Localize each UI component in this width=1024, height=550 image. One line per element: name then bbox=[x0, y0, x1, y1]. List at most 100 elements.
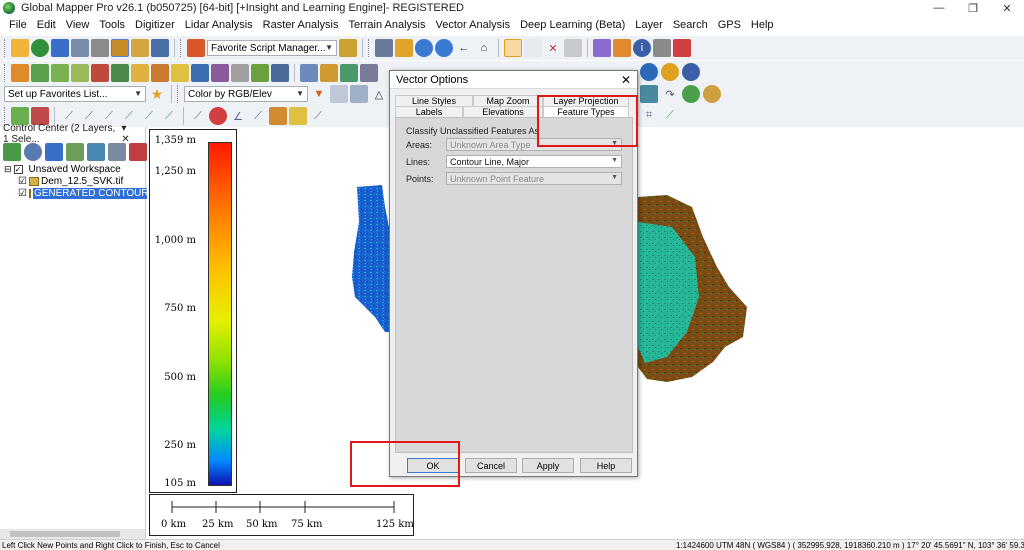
run-script-icon[interactable] bbox=[339, 39, 357, 57]
gps-device-icon[interactable] bbox=[673, 39, 691, 57]
toolbar-grip[interactable] bbox=[177, 85, 180, 103]
menu-tools[interactable]: Tools bbox=[94, 19, 130, 31]
scrollbar-thumb[interactable] bbox=[10, 531, 120, 537]
paint-icon[interactable] bbox=[593, 39, 611, 57]
area-draw-icon[interactable]: ⟋ bbox=[189, 107, 207, 125]
slope-icon[interactable] bbox=[91, 64, 109, 82]
line-join-icon[interactable]: ⟋ bbox=[140, 107, 158, 125]
layer-checkbox[interactable]: ☑ bbox=[18, 176, 27, 187]
toolbar-grip[interactable] bbox=[180, 39, 183, 57]
horizontal-scrollbar[interactable] bbox=[0, 529, 145, 539]
menu-deep-learning[interactable]: Deep Learning (Beta) bbox=[515, 19, 630, 31]
layer-checkbox[interactable]: ☑ bbox=[18, 188, 27, 199]
select-icon[interactable] bbox=[524, 39, 542, 57]
menu-raster-analysis[interactable]: Raster Analysis bbox=[258, 19, 344, 31]
shader-icon[interactable] bbox=[231, 64, 249, 82]
close-dialog-icon[interactable]: ✕ bbox=[621, 73, 631, 87]
triangle-icon[interactable]: △ bbox=[370, 85, 388, 103]
workspace-icon[interactable] bbox=[71, 39, 89, 57]
collapse-icon[interactable]: ⊟ bbox=[4, 164, 12, 175]
online-data-icon[interactable] bbox=[682, 63, 700, 81]
buffer-icon[interactable] bbox=[269, 107, 287, 125]
open-layer-icon[interactable] bbox=[3, 143, 21, 161]
pencil-icon[interactable] bbox=[613, 39, 631, 57]
points-select[interactable]: Unknown Point Feature ▼ bbox=[446, 172, 622, 185]
line-smooth-icon[interactable]: ⟋ bbox=[160, 107, 178, 125]
crop-icon[interactable]: ⌗ bbox=[640, 106, 658, 124]
color-mode-dropdown[interactable]: Color by RGB/Elev ▼ bbox=[184, 86, 308, 102]
pan-hand-icon[interactable] bbox=[395, 39, 413, 57]
lidar-icon[interactable] bbox=[211, 64, 229, 82]
measure-line-icon[interactable]: ⟋ bbox=[309, 107, 327, 125]
menu-layer[interactable]: Layer bbox=[630, 19, 668, 31]
menu-lidar-analysis[interactable]: Lidar Analysis bbox=[180, 19, 258, 31]
gear-icon[interactable] bbox=[661, 63, 679, 81]
raster-options-icon[interactable] bbox=[330, 85, 348, 103]
menu-view[interactable]: View bbox=[61, 19, 95, 31]
home-icon[interactable]: ⌂ bbox=[475, 39, 493, 57]
apply-button[interactable]: Apply bbox=[522, 458, 574, 473]
help-button[interactable]: Help bbox=[580, 458, 632, 473]
cancel-button[interactable]: Cancel bbox=[465, 458, 517, 473]
panel-controls[interactable]: ▾ ✕ bbox=[121, 123, 141, 145]
web-globe-icon[interactable] bbox=[640, 63, 658, 81]
hillshade-icon[interactable] bbox=[71, 64, 89, 82]
vegetation-icon[interactable] bbox=[251, 64, 269, 82]
edit-vertex-icon[interactable] bbox=[360, 64, 378, 82]
feature-icon[interactable] bbox=[340, 64, 358, 82]
transect-icon[interactable] bbox=[271, 64, 289, 82]
cut-fill-icon[interactable] bbox=[151, 64, 169, 82]
layer-row[interactable]: ☑ Dem_12.5_SVK.tif bbox=[4, 175, 145, 187]
tab-map-zoom[interactable]: Map Zoom bbox=[473, 95, 543, 106]
visibility-icon[interactable] bbox=[108, 143, 126, 161]
favorites-list-dropdown[interactable]: Set up Favorites List... ▼ bbox=[4, 86, 146, 102]
viewshed-icon[interactable] bbox=[131, 64, 149, 82]
lines-select[interactable]: Contour Line, Major ▼ bbox=[446, 155, 622, 168]
grid-icon[interactable] bbox=[191, 64, 209, 82]
save-icon[interactable] bbox=[51, 39, 69, 57]
histogram-icon[interactable] bbox=[350, 85, 368, 103]
show-layer-icon[interactable] bbox=[66, 143, 84, 161]
menu-vector-analysis[interactable]: Vector Analysis bbox=[431, 19, 516, 31]
layer-icon[interactable] bbox=[564, 39, 582, 57]
toolbar-grip[interactable] bbox=[368, 39, 371, 57]
minimize-button[interactable]: — bbox=[922, 0, 956, 16]
3d-view-icon[interactable] bbox=[151, 39, 169, 57]
tab-elevations[interactable]: Elevations bbox=[463, 106, 543, 117]
target-icon[interactable] bbox=[209, 107, 227, 125]
digitizer-icon[interactable] bbox=[504, 39, 522, 57]
gps-stop-icon[interactable] bbox=[703, 85, 721, 103]
options-icon[interactable] bbox=[24, 143, 42, 161]
globe-icon[interactable] bbox=[31, 39, 49, 57]
menu-terrain-analysis[interactable]: Terrain Analysis bbox=[343, 19, 430, 31]
zoom-out-icon[interactable] bbox=[435, 39, 453, 57]
slope-line-icon[interactable]: ⟋ bbox=[249, 107, 267, 125]
zoom-in-icon[interactable] bbox=[415, 39, 433, 57]
filter-icon[interactable]: ▼ bbox=[310, 85, 328, 103]
close-window-button[interactable]: ✕ bbox=[990, 0, 1024, 16]
pin-icon[interactable] bbox=[320, 64, 338, 82]
angle-icon[interactable]: ∠ bbox=[229, 107, 247, 125]
delete-icon[interactable]: ✕ bbox=[544, 39, 562, 57]
close-layer-icon[interactable] bbox=[129, 143, 147, 161]
favorite-script-dropdown[interactable]: Favorite Script Manager... ▼ bbox=[207, 40, 337, 56]
gps-track-icon[interactable] bbox=[640, 85, 658, 103]
terrain-icon[interactable] bbox=[11, 64, 29, 82]
back-arrow-icon[interactable]: ← bbox=[455, 39, 473, 57]
workspace-checkbox[interactable]: ✓ bbox=[13, 164, 23, 174]
wrench-icon[interactable] bbox=[91, 39, 109, 57]
layer-row[interactable]: ☑ GENERATED CONTOURS [10 bbox=[4, 187, 173, 199]
gps-start-icon[interactable] bbox=[682, 85, 700, 103]
tab-line-styles[interactable]: Line Styles bbox=[395, 95, 473, 106]
script-icon[interactable] bbox=[187, 39, 205, 57]
menu-help[interactable]: Help bbox=[746, 19, 779, 31]
toolbar-grip[interactable] bbox=[4, 64, 7, 82]
overview-map-icon[interactable] bbox=[131, 39, 149, 57]
mountain-icon[interactable] bbox=[31, 64, 49, 82]
star-icon[interactable]: ★ bbox=[148, 85, 166, 103]
light-source-icon[interactable] bbox=[171, 64, 189, 82]
path-profile-icon[interactable] bbox=[653, 39, 671, 57]
measure-icon[interactable] bbox=[375, 39, 393, 57]
workspace-row[interactable]: ⊟ ✓ Unsaved Workspace bbox=[4, 163, 145, 175]
maximize-button[interactable]: ❐ bbox=[956, 0, 990, 16]
